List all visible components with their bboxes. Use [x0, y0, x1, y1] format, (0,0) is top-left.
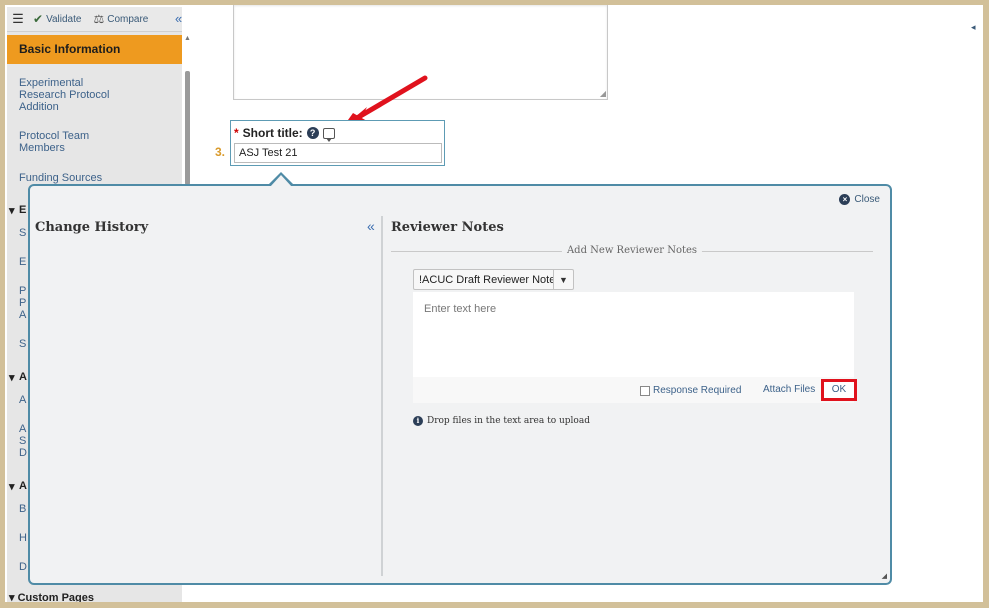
sidebar-item[interactable]: H	[7, 532, 27, 544]
section-header[interactable]: A	[9, 371, 27, 383]
collapse-sidebar-icon[interactable]: «	[175, 11, 182, 26]
expand-right-icon[interactable]: ◂	[971, 22, 976, 33]
sidebar-item-experimental-research-protocol-addition[interactable]: Experimental Research Protocol Addition	[7, 77, 112, 113]
sidebar-item[interactable]: P	[7, 285, 26, 297]
validate-icon: ✔	[33, 12, 44, 26]
reviewer-notes-title: Reviewer Notes	[391, 220, 504, 235]
panel-divider	[381, 216, 383, 576]
ok-button[interactable]: OK	[821, 379, 857, 401]
section-header[interactable]: E	[9, 204, 26, 216]
sidebar-item[interactable]: E	[7, 256, 26, 268]
validate-button[interactable]: ✔ Validate	[27, 9, 87, 29]
change-history-title: Change History	[35, 220, 149, 235]
compare-button[interactable]: ⚖ Compare	[87, 9, 154, 29]
resize-grip-icon[interactable]: ◢	[600, 89, 606, 98]
custom-pages-label: Custom Pages	[17, 592, 94, 602]
scroll-up-icon[interactable]: ▲	[184, 35, 191, 42]
section-caret-icon: ▾	[9, 592, 18, 602]
hamburger-menu-icon[interactable]: ☰	[9, 11, 27, 27]
scrollbar-thumb[interactable]	[185, 71, 190, 185]
sidebar-item[interactable]: S	[7, 435, 26, 447]
compare-label: Compare	[107, 13, 149, 25]
sidebar-item[interactable]: A	[7, 309, 26, 321]
sidebar-item[interactable]: D	[7, 561, 27, 573]
drop-files-text: Drop files in the text area to upload	[427, 416, 590, 426]
sidebar-item[interactable]: D	[7, 447, 27, 459]
section-header-custom-pages[interactable]: ▾ Custom Pages	[9, 591, 94, 602]
validate-label: Validate	[46, 13, 82, 25]
close-icon: ×	[839, 194, 851, 205]
short-title-input[interactable]	[234, 143, 442, 163]
sidebar-item-funding-sources[interactable]: Funding Sources	[7, 172, 102, 184]
info-icon: i	[413, 416, 423, 426]
sidebar-item-protocol-team-members[interactable]: Protocol Team Members	[7, 130, 97, 154]
drop-files-hint: i Drop files in the text area to upload	[413, 416, 590, 426]
required-asterisk: *	[234, 126, 239, 140]
close-label: Close	[854, 194, 880, 205]
short-title-field-box: * Short title: ?	[230, 120, 445, 166]
add-new-notes-separator: Add New Reviewer Notes	[391, 245, 873, 257]
scale-icon: ⚖	[93, 12, 105, 26]
attach-files-link[interactable]: Attach Files	[763, 384, 815, 395]
sidebar-scrollbar[interactable]: ▲	[184, 35, 191, 185]
close-button[interactable]: × Close	[839, 194, 880, 205]
add-new-notes-label: Add New Reviewer Notes	[561, 245, 703, 256]
short-title-label: * Short title: ?	[234, 126, 335, 142]
note-type-value: !ACUC Draft Reviewer Note	[419, 273, 553, 286]
sidebar-item[interactable]: B	[7, 503, 26, 515]
note-type-select[interactable]: !ACUC Draft Reviewer Note ▼	[413, 269, 574, 290]
dropdown-arrow-icon[interactable]: ▼	[553, 270, 573, 289]
sidebar-item-basic-information[interactable]: Basic Information	[7, 35, 182, 64]
response-required-checkbox[interactable]: Response Required	[640, 385, 741, 396]
section-header[interactable]: A	[9, 480, 27, 492]
popup-pointer-inner	[270, 175, 292, 187]
short-title-label-text: Short title:	[242, 126, 303, 140]
reviewer-notes-popup: × Close Change History « Reviewer Notes …	[28, 184, 892, 585]
note-text-editor[interactable]: Enter text here	[413, 292, 854, 377]
sidebar-item[interactable]: A	[7, 394, 26, 406]
step-number: 3.	[215, 145, 226, 159]
popup-resize-grip-icon[interactable]: ◢	[882, 572, 887, 580]
app-frame: ☰ ✔ Validate ⚖ Compare « Basic Informati…	[5, 5, 983, 602]
collapse-change-history-icon[interactable]: «	[367, 218, 375, 234]
editor-placeholder: Enter text here	[424, 303, 497, 315]
sidebar-nav: Basic Information Experimental Research …	[7, 35, 182, 573]
sidebar-toolbar: ☰ ✔ Validate ⚖ Compare	[7, 7, 182, 32]
sidebar-item[interactable]: A	[7, 423, 26, 435]
note-actions-bar: Response Required Attach Files OK	[413, 377, 857, 403]
checkbox-box[interactable]	[640, 385, 650, 396]
sidebar-item[interactable]: P	[7, 297, 26, 309]
reviewer-note-icon[interactable]	[322, 127, 335, 142]
help-icon[interactable]: ?	[306, 127, 319, 139]
sidebar-item[interactable]: S	[7, 227, 26, 239]
response-required-label: Response Required	[653, 385, 742, 396]
sidebar-item[interactable]: S	[7, 338, 26, 350]
